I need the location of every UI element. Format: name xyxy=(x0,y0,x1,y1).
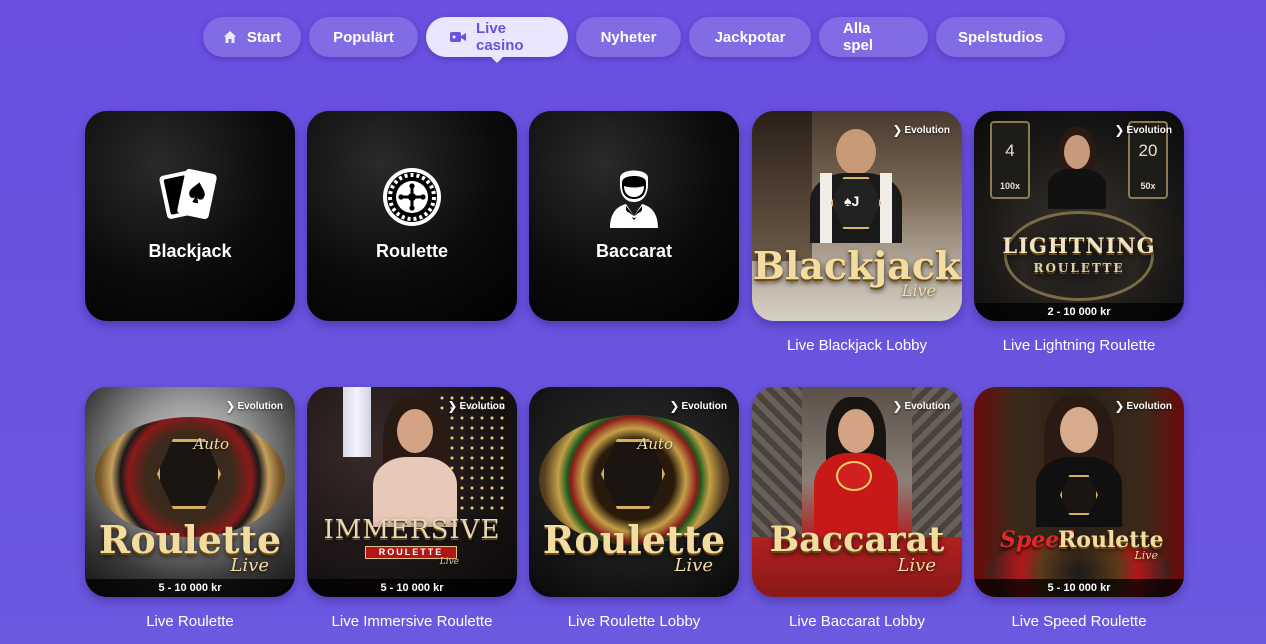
game-name[interactable]: Live Blackjack Lobby xyxy=(752,337,962,354)
nav-label: Nyheter xyxy=(600,28,657,46)
home-icon xyxy=(223,30,237,44)
game-tile-lightning-roulette[interactable]: 4 100x 20 50x ❯ Evolution LIGHTNING ROULE… xyxy=(974,111,1184,321)
game-name[interactable]: Live Roulette Lobby xyxy=(529,613,739,630)
bet-limits: 2 - 10 000 kr xyxy=(974,303,1184,321)
category-label: Baccarat xyxy=(595,240,673,261)
background-scene xyxy=(752,111,812,261)
video-camera-icon xyxy=(450,31,466,43)
category-tile-baccarat[interactable]: Baccarat xyxy=(529,111,739,321)
game-tile-roulette-lobby[interactable]: ❯ Evolution Auto Roulette Live xyxy=(529,387,739,597)
art-subtitle: Live xyxy=(901,281,936,300)
left-number: 4 xyxy=(1005,141,1015,160)
dealer-image xyxy=(1060,407,1098,453)
game-name[interactable]: Live Speed Roulette xyxy=(974,613,1184,630)
art-subtitle: Live xyxy=(674,555,713,576)
art-subtitle: Live xyxy=(1134,549,1158,562)
category-tile-blackjack[interactable]: Blackjack xyxy=(85,111,295,321)
nav-label: Jackpotar xyxy=(714,28,786,46)
dealer-image xyxy=(397,409,433,453)
nav-label: Spelstudios xyxy=(958,28,1044,46)
nav-news[interactable]: Nyheter xyxy=(576,17,681,57)
dealer-image xyxy=(836,129,876,175)
roulette-wheel-icon xyxy=(381,165,443,229)
game-name[interactable]: Live Immersive Roulette xyxy=(307,613,517,630)
provider-badge: ❯ Evolution xyxy=(447,399,505,413)
game-tile-baccarat-lobby[interactable]: ❯ Evolution Baccarat Live xyxy=(752,387,962,597)
nav-popular[interactable]: Populärt xyxy=(309,17,418,57)
provider-badge: ❯ Evolution xyxy=(892,399,950,413)
left-multiplier: 100x xyxy=(999,181,1021,191)
provider-badge: ❯ Evolution xyxy=(225,399,283,413)
game-name[interactable]: Live Baccarat Lobby xyxy=(752,613,962,630)
nav-label: Start xyxy=(246,28,282,46)
game-tile-speed-roulette[interactable]: ❯ Evolution Speed Roulette Live 5 - 10 00… xyxy=(974,387,1184,597)
art-subtitle: ROULETTE xyxy=(1033,261,1125,275)
art-subtitle: Live xyxy=(897,555,936,576)
art-title: IMMERSIVE xyxy=(323,515,501,545)
nav-jackpots[interactable]: Jackpotar xyxy=(689,17,811,57)
player-banker-badge xyxy=(836,461,872,491)
game-name[interactable]: Live Lightning Roulette xyxy=(974,337,1184,354)
game-tile-live-roulette[interactable]: ❯ Evolution Auto Roulette Live 5 - 10 000… xyxy=(85,387,295,597)
nav-live-casino[interactable]: Live casino xyxy=(426,17,568,63)
provider-badge: ❯ Evolution xyxy=(1114,399,1172,413)
art-subtitle-live: Live xyxy=(439,557,459,567)
playing-cards-icon xyxy=(159,165,221,229)
art-subtitle: Live xyxy=(230,555,269,576)
game-name[interactable]: Live Roulette xyxy=(85,613,295,630)
bet-limits: 5 - 10 000 kr xyxy=(307,579,517,597)
provider-badge: ❯ Evolution xyxy=(892,123,950,137)
nav-label: Live casino xyxy=(476,20,524,54)
nav-all-games[interactable]: Alla spel xyxy=(819,17,928,57)
provider-badge: ❯ Evolution xyxy=(1114,123,1172,137)
right-number: 20 xyxy=(1138,141,1158,160)
category-tile-roulette[interactable]: Roulette xyxy=(307,111,517,321)
nav-label: Alla spel xyxy=(843,20,874,54)
dealer-image xyxy=(838,409,874,453)
nav-label: Populärt xyxy=(333,28,394,46)
bet-limits: 5 - 10 000 kr xyxy=(974,579,1184,597)
art-title: LIGHTNING xyxy=(1002,233,1156,258)
right-multiplier: 50x xyxy=(1140,181,1156,191)
category-label: Blackjack xyxy=(148,240,232,261)
game-tile-immersive-roulette[interactable]: ❯ Evolution IMMERSIVE ROULETTE Live 5 - 1… xyxy=(307,387,517,597)
nav-studios[interactable]: Spelstudios xyxy=(936,17,1065,57)
game-tile-blackjack-lobby[interactable]: ♠J ❯ Evolution Blackjack Live xyxy=(752,111,962,321)
provider-badge: ❯ Evolution xyxy=(669,399,727,413)
art-top: Auto xyxy=(193,435,229,453)
category-nav: Start Populärt Live casino Nyheter Jackp… xyxy=(203,17,1065,63)
art-title: Baccarat xyxy=(769,519,945,560)
cards-icon: ♠J xyxy=(844,193,860,209)
dealer-icon xyxy=(608,165,660,229)
nav-start[interactable]: Start xyxy=(203,17,301,57)
art-top: Auto xyxy=(637,435,673,453)
category-label: Roulette xyxy=(376,240,448,261)
bet-limits: 5 - 10 000 kr xyxy=(85,579,295,597)
